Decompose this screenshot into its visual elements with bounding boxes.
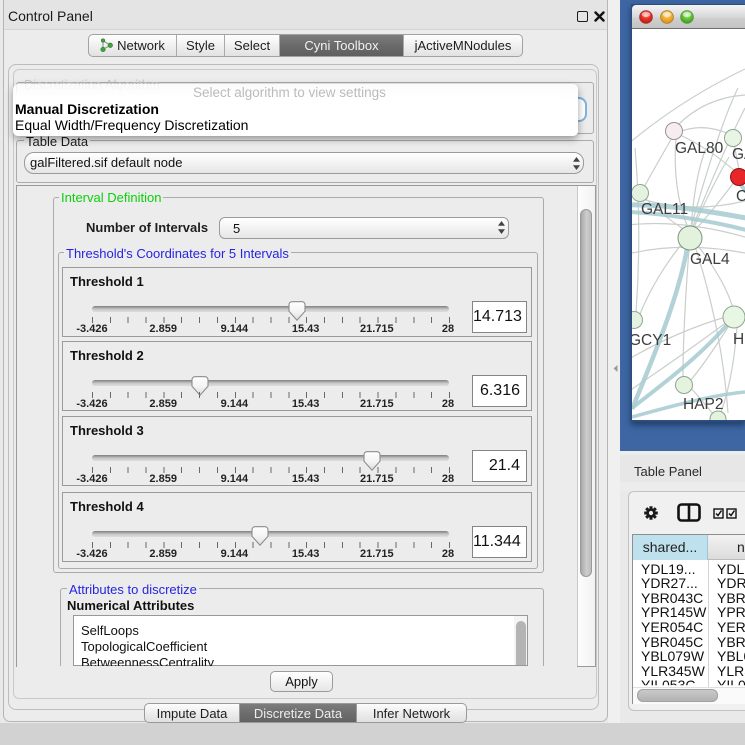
svg-text:GCY1: GCY1 bbox=[632, 332, 671, 349]
svg-text:GAL80: GAL80 bbox=[675, 140, 724, 157]
svg-text:HAP2: HAP2 bbox=[683, 396, 724, 413]
svg-text:GA.: GA. bbox=[732, 146, 745, 163]
svg-text:GAL11: GAL11 bbox=[641, 201, 688, 218]
svg-text:C: C bbox=[736, 188, 745, 205]
svg-text:GAL4: GAL4 bbox=[690, 251, 730, 268]
svg-text:H: H bbox=[733, 331, 744, 348]
